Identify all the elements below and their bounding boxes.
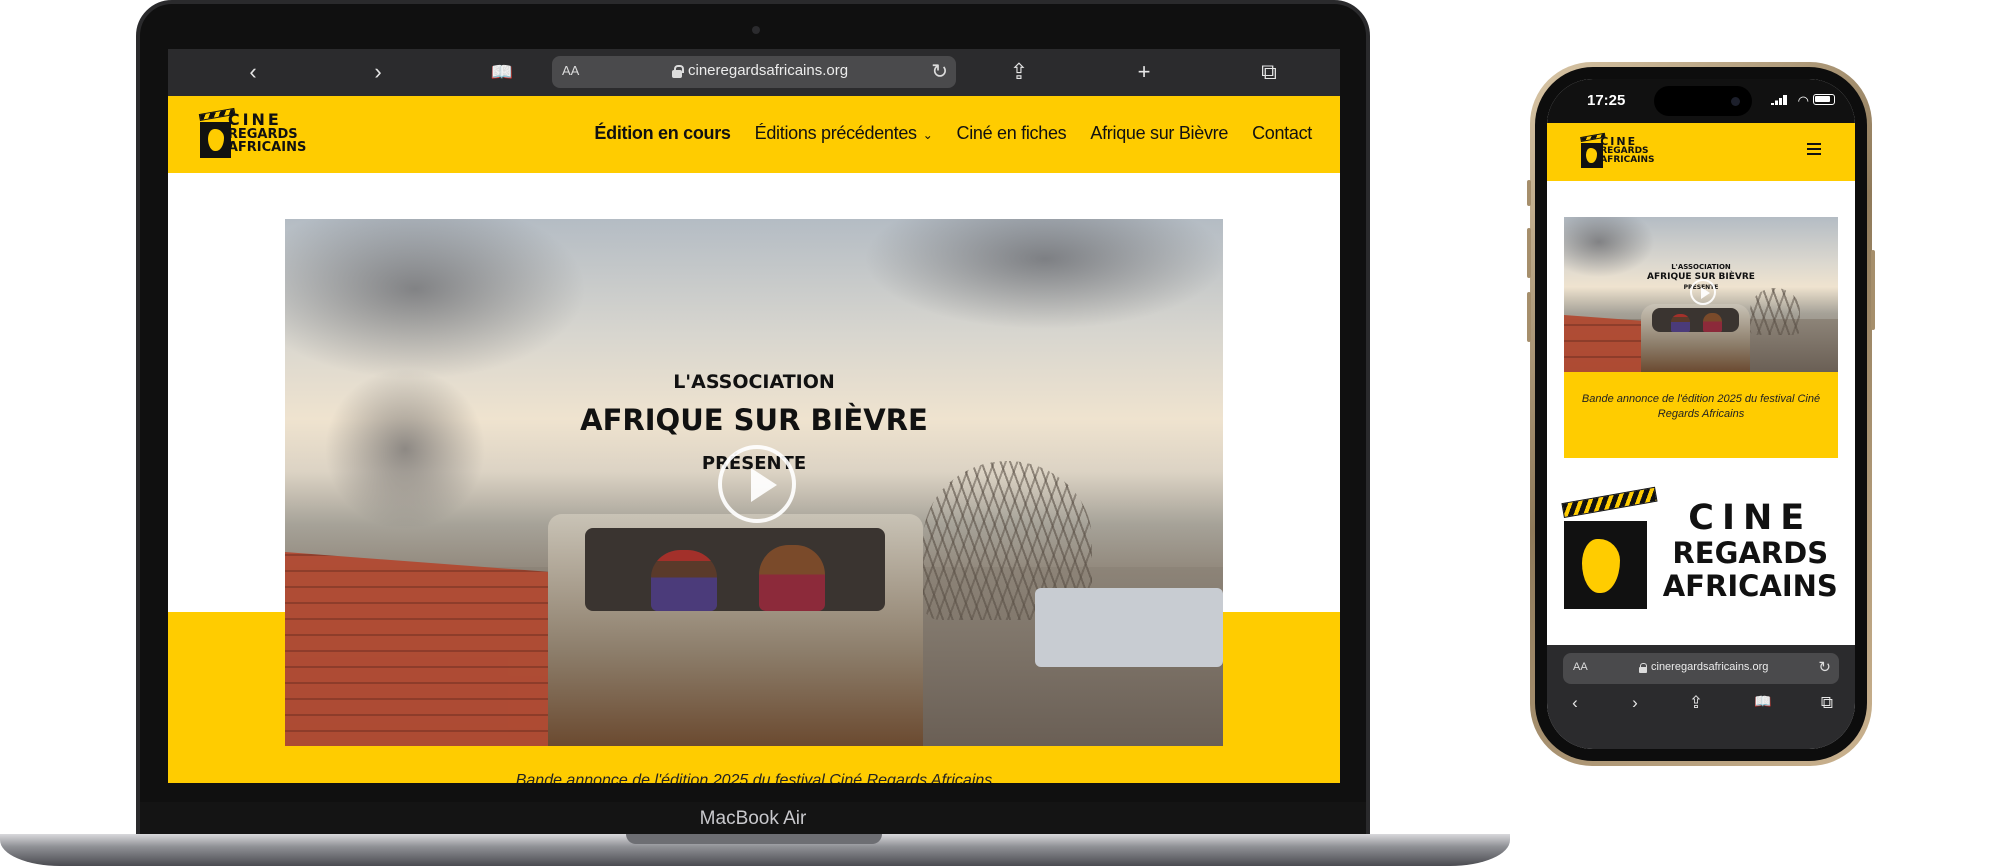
lock-icon	[672, 65, 684, 78]
mobile-reader-aa-button[interactable]: AA	[1573, 661, 1588, 673]
site-logo[interactable]: CINE REGARDS AFRICAINS	[198, 107, 316, 158]
smoke-cloud	[865, 219, 1223, 329]
mobile-url-domain: cineregardsafricains.org	[1651, 661, 1769, 673]
url-domain: cineregardsafricains.org	[688, 62, 849, 79]
battery-icon	[1813, 94, 1835, 105]
status-bar: 17:25 ◠	[1547, 79, 1855, 123]
clapper-stripes	[1561, 486, 1658, 518]
nav-contact[interactable]: Contact	[1252, 123, 1312, 144]
status-time: 17:25	[1587, 92, 1626, 109]
phone-side-button	[1871, 250, 1875, 330]
passenger-man	[1670, 314, 1691, 333]
bookmarks-icon[interactable]: 📖	[489, 59, 515, 85]
nav-cine-en-fiches[interactable]: Ciné en fiches	[957, 123, 1067, 144]
passenger-woman	[1702, 312, 1722, 333]
back-icon[interactable]: ‹	[1565, 693, 1585, 713]
phone-volume-up	[1527, 228, 1531, 278]
share-icon[interactable]: ⇪	[1686, 693, 1706, 713]
nav-editions-precedentes-label: Éditions précédentes	[754, 123, 917, 143]
wrecked-van	[1035, 587, 1223, 667]
hero-line-2: AFRIQUE SUR BIÈVRE	[580, 403, 928, 437]
mobile-browser-toolbar: AA cineregardsafricains.org ↻ ‹ › ⇪ 📖 ⧉	[1547, 645, 1855, 749]
logo-line-1: CINE	[227, 110, 282, 129]
browser-toolbar: ‹ › 📖 AA cineregardsafricains.org ↻ ⇪ + …	[168, 49, 1340, 96]
mockup-stage: ‹ › 📖 AA cineregardsafricains.org ↻ ⇪ + …	[0, 0, 2000, 866]
mobile-trailer-caption: Bande annonce de l'édition 2025 du festi…	[1581, 393, 1821, 420]
mobile-address-bar[interactable]: AA cineregardsafricains.org ↻	[1563, 653, 1839, 684]
car-windshield	[1651, 307, 1740, 333]
logo-wordmark: CINE REGARDS AFRICAINS	[1600, 136, 1661, 165]
reader-aa-button[interactable]: AA	[562, 63, 579, 78]
logo-wordmark: CINE REGARDS AFRICAINS	[227, 110, 316, 155]
hamburger-menu-icon[interactable]	[1807, 143, 1821, 155]
hero-line-1: L'ASSOCIATION	[673, 371, 835, 393]
phone-screen: 17:25 ◠ CINE REGARDS AFRICAINS L'ASSOCIA…	[1547, 79, 1855, 749]
new-tab-icon[interactable]: +	[1131, 59, 1157, 85]
logo-wordmark: CINE REGARDS AFRICAINS	[1659, 499, 1842, 603]
forward-icon[interactable]: ›	[1625, 693, 1645, 713]
passenger-woman	[759, 544, 826, 612]
back-icon[interactable]: ‹	[240, 59, 266, 85]
wrecked-car	[1640, 303, 1751, 372]
mobile-site-logo[interactable]: CINE REGARDS AFRICAINS	[1580, 132, 1661, 168]
nav-edition-en-cours[interactable]: Édition en cours	[594, 123, 731, 144]
reload-icon[interactable]: ↻	[931, 59, 948, 84]
main-nav: Édition en cours Éditions précédentes ⌄ C…	[594, 123, 1312, 144]
bare-tree	[1750, 288, 1800, 335]
laptop-camera	[752, 26, 760, 34]
logo-line-2: REGARDS	[1672, 536, 1829, 570]
trailer-caption: Bande annonce de l'édition 2025 du festi…	[515, 772, 993, 783]
mobile-site-header: CINE REGARDS AFRICAINS	[1547, 123, 1855, 181]
address-bar[interactable]: AA cineregardsafricains.org ↻	[552, 56, 956, 88]
logo-line-3: AFRICAINS	[1600, 155, 1655, 165]
laptop-screen: ‹ › 📖 AA cineregardsafricains.org ↻ ⇪ + …	[168, 49, 1340, 783]
mobile-play-button[interactable]	[1690, 279, 1716, 305]
tabs-icon[interactable]: ⧉	[1256, 59, 1282, 85]
laptop-hinge-notch	[626, 834, 882, 844]
mobile-hero-line-1: L'ASSOCIATION	[1671, 263, 1731, 271]
smoke-cloud	[285, 219, 585, 379]
car-windshield	[585, 528, 886, 612]
share-icon[interactable]: ⇪	[1006, 59, 1032, 85]
smoke-cloud	[325, 369, 485, 529]
logo-line-1: CINE	[1688, 498, 1813, 538]
lock-icon	[1639, 663, 1647, 673]
play-button[interactable]	[718, 445, 796, 523]
site-header: CINE REGARDS AFRICAINS Édition en cours …	[168, 96, 1340, 173]
nav-afrique-sur-bievre[interactable]: Afrique sur Bièvre	[1090, 123, 1228, 144]
phone-volume-down	[1527, 292, 1531, 342]
device-label: MacBook Air	[699, 808, 807, 829]
mobile-trailer-video[interactable]: L'ASSOCIATION AFRIQUE SUR BIÈVRE PRÉSENT…	[1564, 217, 1838, 372]
logo-line-3: AFRICAINS	[227, 140, 307, 155]
wrecked-car	[547, 514, 923, 746]
trailer-video[interactable]: L'ASSOCIATION AFRIQUE SUR BIÈVRE PRÉSENT…	[285, 219, 1223, 746]
large-site-logo: CINE REGARDS AFRICAINS	[1561, 486, 1842, 609]
wifi-icon: ◠	[1797, 93, 1809, 108]
mobile-caption-box: Bande annonce de l'édition 2025 du festi…	[1564, 372, 1838, 458]
chevron-down-icon: ⌄	[922, 128, 933, 142]
tabs-icon[interactable]: ⧉	[1817, 693, 1837, 713]
logo-line-3: AFRICAINS	[1662, 569, 1838, 603]
passenger-man	[651, 549, 718, 612]
bookmarks-icon[interactable]: 📖	[1753, 693, 1773, 710]
laptop-chin: MacBook Air	[140, 802, 1366, 834]
nav-editions-precedentes[interactable]: Éditions précédentes ⌄	[755, 123, 933, 144]
signal-icon	[1771, 95, 1787, 105]
phone-action-button	[1527, 180, 1531, 206]
forward-icon[interactable]: ›	[365, 59, 391, 85]
reload-icon[interactable]: ↻	[1818, 658, 1831, 676]
dynamic-island	[1654, 86, 1752, 116]
